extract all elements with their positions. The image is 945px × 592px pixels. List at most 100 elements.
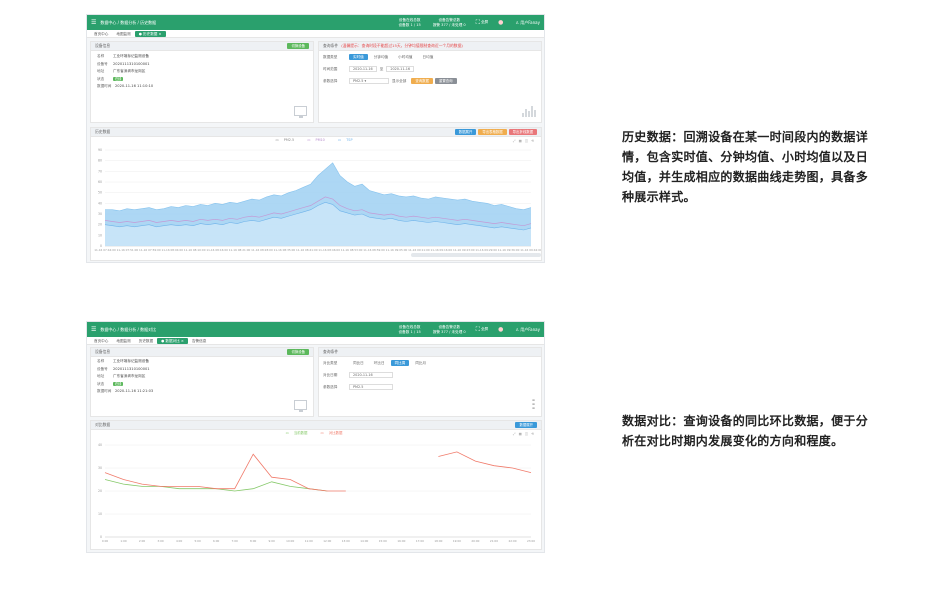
history-caption: 历史数据：回溯设备在某一时间段内的数据详情，包含实时值、分钟均值、小时均值以及日…: [622, 130, 869, 204]
x-tick-label: 9:00: [269, 539, 276, 543]
x-tick-label: 11-16 07:44:00: [94, 248, 116, 252]
series-line-对比数据: [104, 453, 346, 492]
x-tick-label: 11-16 08:53:00: [341, 248, 363, 252]
query-button[interactable]: 查询数据: [411, 78, 433, 84]
mini-legend-icon: ▬ ▬ ▬: [532, 398, 535, 410]
param-row: 参数选择 PM2.5: [319, 381, 541, 393]
x-tick-label: 11:00: [305, 539, 313, 543]
x-tick-label: 11-16 08:21:00: [229, 248, 251, 252]
tab-history[interactable]: 历史数据: [135, 338, 157, 344]
info-time: 数据时间 2020-11-16 11:10:10: [97, 84, 154, 89]
x-tick-label: 13:00: [342, 539, 350, 543]
segment-yoy-day[interactable]: 同比日: [349, 360, 368, 366]
tab-home[interactable]: 首页中心: [90, 338, 112, 344]
segment-realtime[interactable]: 实时值: [349, 54, 368, 60]
legend-item[interactable]: ▭ PM2.5: [276, 138, 299, 142]
y-tick-label: 20: [98, 223, 102, 227]
tab-home[interactable]: 首页中心: [90, 31, 112, 37]
top-bar: ☰ 数据中心 / 数据分析 / 数据对比 设备在线总数 设备数 1 / 15 设备…: [87, 322, 544, 337]
monitor-icon: [294, 106, 307, 118]
start-date-input[interactable]: 2020-11-16: [349, 66, 377, 72]
menu-icon[interactable]: ☰: [91, 19, 96, 26]
segment-hour[interactable]: 小时均值: [394, 54, 416, 60]
segment-mom-day[interactable]: 环比日: [370, 360, 389, 366]
x-tick-label: 11-16 07:59:00: [139, 248, 161, 252]
expand-data-button[interactable]: 数据展开: [454, 129, 477, 135]
x-tick-label: 16:00: [397, 539, 405, 543]
segment-yoy-month[interactable]: 同比月: [411, 360, 430, 366]
compare-type-row: 对比类型 同比日 环比日 同比周 同比月: [319, 357, 541, 369]
info-status: 状态 在线: [97, 381, 124, 387]
x-tick-label: 20:00: [471, 539, 479, 543]
fullscreen-label[interactable]: 全屏: [481, 20, 488, 25]
x-tick-label: 3:00: [157, 539, 164, 543]
user-menu[interactable]: ♙ 用户Fanay: [515, 327, 540, 333]
info-time: 数据时间 2020-11-16 11:21:03: [97, 389, 154, 394]
legend-item[interactable]: ▭ PM10: [307, 138, 329, 142]
param-select[interactable]: PM2.5: [349, 384, 393, 390]
tab-bar: 首页中心 地图监测 历史数据 ● 数据对比 × 告警信息: [87, 337, 544, 345]
history-chart: 010203040506070809011-16 07:44:00 11-16 0…: [94, 148, 541, 252]
data-type-row: 数据类型 实时值 分钟均值 小时均值 日均值: [319, 51, 541, 63]
breadcrumb: 数据中心 / 数据分析 / 数据对比: [100, 326, 157, 332]
x-tick-label: 11-16 08:41:00: [296, 248, 318, 252]
series-line-对比数据: [438, 451, 532, 473]
x-tick-label: 5:00: [194, 539, 201, 543]
end-date-input[interactable]: 2020-11-16: [386, 66, 415, 72]
segment-day[interactable]: 日均值: [419, 54, 438, 60]
zoom-scrollbar[interactable]: [411, 253, 541, 257]
param-select[interactable]: PM2.5 ▾: [349, 78, 389, 84]
export-line-button[interactable]: 导出折线数据: [508, 129, 537, 135]
bar-chart-icon: [522, 106, 536, 117]
online-stat: 设备在线总数 设备数 1 / 15: [398, 324, 421, 334]
x-tick-label: 11-16 09:16:00: [431, 248, 453, 252]
fullscreen-label[interactable]: 全屏: [481, 327, 488, 332]
tab-map[interactable]: 地图监测: [112, 31, 134, 37]
export-table-button[interactable]: 导出表格数据: [478, 129, 507, 135]
fullscreen-icon[interactable]: ⛶: [476, 19, 480, 27]
x-tick-label: 18:00: [434, 539, 442, 543]
x-tick-label: 7:00: [232, 539, 239, 543]
bell-icon[interactable]: ●: [498, 326, 503, 333]
tab-alarm[interactable]: 告警信息: [188, 338, 210, 344]
x-tick-label: 11-16 08:10:00: [184, 248, 206, 252]
reset-button[interactable]: 重置查询: [434, 78, 457, 84]
segment-minute[interactable]: 分钟均值: [370, 54, 392, 60]
status-badge: 在线: [113, 381, 124, 387]
y-tick-label: 70: [98, 169, 102, 173]
x-tick-label: 11-16 08:16:00: [206, 248, 228, 252]
x-tick-label: 8:00: [250, 539, 257, 543]
tab-history[interactable]: ● 历史数据 ×: [134, 30, 166, 37]
chart-toolbox[interactable]: ⤢ ▦ ◫ ⟲: [513, 432, 535, 436]
fullscreen-icon[interactable]: ⛶: [476, 326, 480, 334]
user-icon: ♙: [515, 19, 519, 25]
online-stat: 设备在线总数 设备数 1 / 15: [398, 17, 421, 27]
segment-yoy-week[interactable]: 同比周: [390, 360, 410, 366]
x-tick-label: 11-16 08:59:00: [363, 248, 385, 252]
alarm-stat: 设备告警总数 报警 377 / 未处理 0: [432, 324, 466, 334]
x-tick-label: 23:00: [527, 539, 535, 543]
switch-device-button[interactable]: 切换设备: [287, 349, 309, 355]
show-all-label[interactable]: 显示全部: [392, 79, 406, 84]
expand-data-button[interactable]: 数据展开: [515, 422, 537, 428]
user-menu[interactable]: ♙ 用户Fanay: [515, 20, 540, 26]
legend-item[interactable]: ▭ 对比数据: [321, 431, 347, 435]
chart-toolbox[interactable]: ⤢ ▦ ◫ ⟲: [513, 139, 535, 143]
y-tick-label: 10: [98, 512, 102, 516]
info-serial: 设备号 2020111310100001: [97, 61, 150, 66]
tab-map[interactable]: 地图监测: [112, 338, 134, 344]
compare-date-row: 对比日期 2020-11-16: [319, 369, 541, 381]
tab-compare[interactable]: ● 数据对比 ×: [157, 337, 188, 344]
x-tick-label: 17:00: [416, 539, 424, 543]
y-tick-label: 30: [98, 466, 102, 470]
bell-icon[interactable]: ●: [498, 19, 503, 26]
legend-item[interactable]: ▭ TSP: [338, 138, 357, 142]
legend-item[interactable]: ▭ 当前数据: [286, 431, 312, 435]
info-serial: 设备号 2020111310100001: [97, 366, 150, 371]
panel-title: 设备信息: [95, 43, 111, 48]
compare-date-input[interactable]: 2020-11-16: [349, 372, 393, 378]
panel-title: 查询条件: [323, 349, 339, 354]
switch-device-button[interactable]: 切换设备: [287, 43, 309, 49]
device-info-panel: 设备信息 切换设备 名称 工业环境标记监测设备 设备号 202011131010000…: [90, 41, 314, 123]
menu-icon[interactable]: ☰: [91, 326, 96, 333]
